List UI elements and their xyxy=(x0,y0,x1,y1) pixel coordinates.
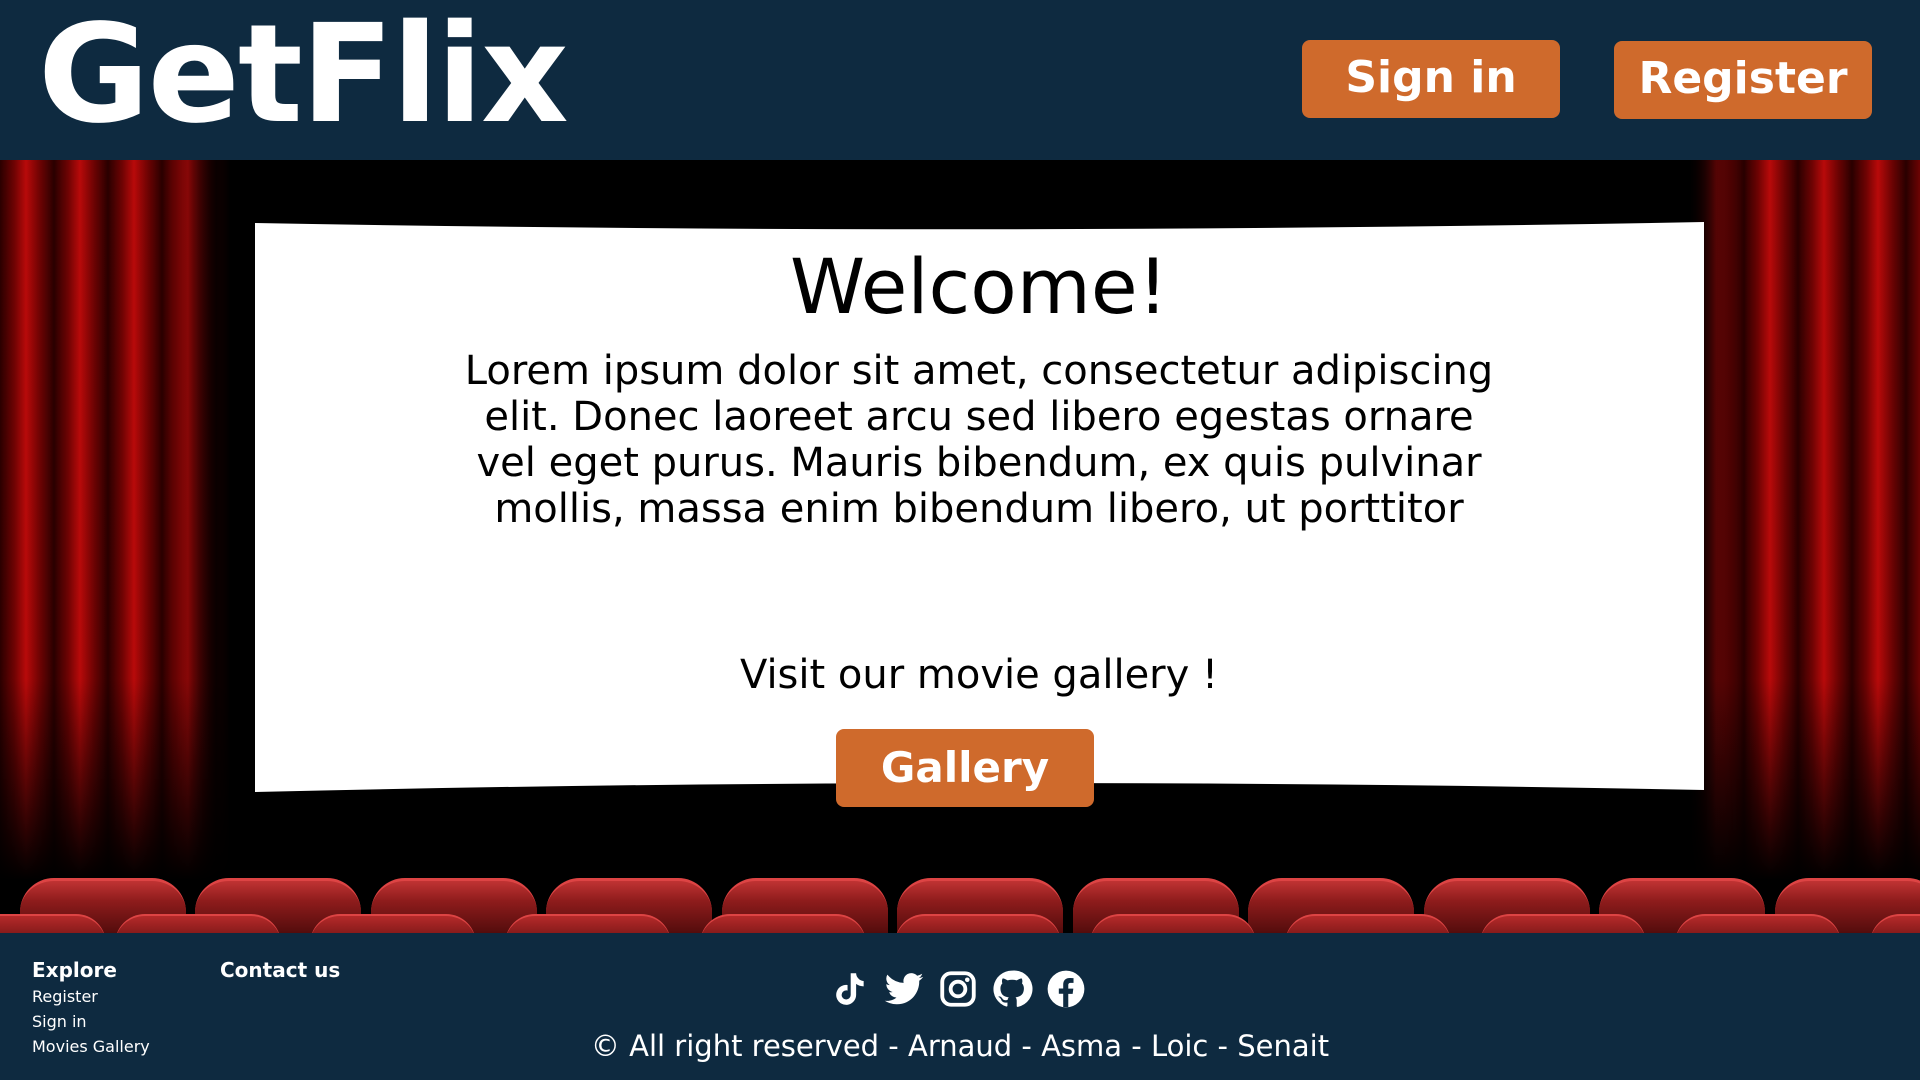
seat xyxy=(1675,914,1841,933)
sign-in-button[interactable]: Sign in xyxy=(1302,40,1560,118)
seat xyxy=(1480,914,1646,933)
seat xyxy=(1090,914,1256,933)
gallery-invite-text: Visit our movie gallery ! xyxy=(739,652,1219,698)
page-footer: Explore Register Sign in Movies Gallery … xyxy=(0,933,1920,1080)
footer-link-register[interactable]: Register xyxy=(32,987,98,1007)
seat xyxy=(505,914,671,933)
seat xyxy=(115,914,281,933)
seat xyxy=(1285,914,1451,933)
seat xyxy=(0,914,106,933)
instagram-icon[interactable] xyxy=(937,968,979,1010)
tiktok-icon[interactable] xyxy=(829,968,871,1010)
gallery-button[interactable]: Gallery xyxy=(836,729,1094,807)
top-navbar: GetFlix Sign in Register xyxy=(0,0,1920,160)
site-logo[interactable]: GetFlix xyxy=(38,0,569,160)
register-button[interactable]: Register xyxy=(1614,41,1872,119)
intro-paragraph: Lorem ipsum dolor sit amet, consectetur … xyxy=(464,348,1494,532)
github-icon[interactable] xyxy=(991,968,1033,1010)
cinema-stage: Welcome! Lorem ipsum dolor sit amet, con… xyxy=(0,160,1920,933)
seat xyxy=(895,914,1061,933)
cinema-seats xyxy=(0,878,1920,933)
copyright-text: © All right reserved - Arnaud - Asma - L… xyxy=(590,1029,1330,1063)
explore-heading: Explore xyxy=(32,958,117,982)
welcome-heading: Welcome! xyxy=(789,242,1169,331)
seat xyxy=(700,914,866,933)
facebook-icon[interactable] xyxy=(1045,968,1087,1010)
contact-us-link[interactable]: Contact us xyxy=(220,958,340,982)
screen-content: Welcome! Lorem ipsum dolor sit amet, con… xyxy=(255,222,1703,807)
twitter-icon[interactable] xyxy=(883,968,925,1010)
seat xyxy=(310,914,476,933)
